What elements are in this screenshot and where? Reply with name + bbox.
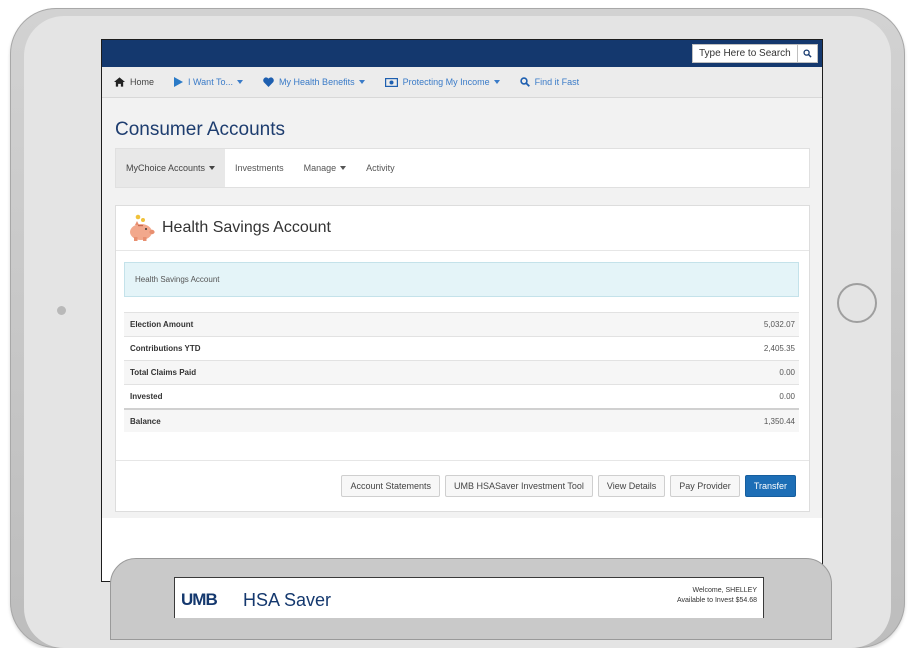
panel-actions: Account Statements UMB HSASaver Investme… bbox=[116, 460, 809, 511]
pay-provider-button[interactable]: Pay Provider bbox=[670, 475, 740, 497]
chevron-down-icon bbox=[237, 80, 244, 84]
panel-title: Health Savings Account bbox=[162, 219, 331, 236]
nav-i-want-to-label: I Want To... bbox=[188, 77, 234, 87]
piggy-bank-icon bbox=[130, 214, 155, 241]
table-row: Invested 0.00 bbox=[124, 384, 799, 408]
row-value: 0.00 bbox=[779, 368, 795, 377]
nav-protecting-my-income-label: Protecting My Income bbox=[402, 77, 490, 87]
home-icon bbox=[114, 77, 125, 87]
tablet-home-button[interactable] bbox=[837, 283, 877, 323]
welcome-block: Welcome, SHELLEY Available to Invest $54… bbox=[677, 586, 757, 606]
nav-i-want-to[interactable]: I Want To... bbox=[174, 77, 244, 87]
row-label: Total Claims Paid bbox=[130, 368, 197, 377]
account-statements-button[interactable]: Account Statements bbox=[341, 475, 441, 497]
info-box: Health Savings Account bbox=[124, 262, 799, 297]
table-row: Contributions YTD 2,405.35 bbox=[124, 336, 799, 360]
transfer-button[interactable]: Transfer bbox=[744, 475, 796, 497]
search-input[interactable]: Type Here to Search bbox=[692, 44, 798, 63]
subnav-mychoice-accounts[interactable]: MyChoice Accounts bbox=[116, 149, 226, 187]
main-nav: Home I Want To... My Health Benefits Pro… bbox=[102, 67, 822, 98]
subnav-activity[interactable]: Activity bbox=[356, 149, 405, 187]
panel-header: Health Savings Account bbox=[116, 206, 809, 251]
umb-logo: UMB bbox=[181, 590, 218, 609]
chevron-down-icon bbox=[340, 166, 347, 170]
table-row: Election Amount 5,032.07 bbox=[124, 312, 799, 336]
row-label: Balance bbox=[130, 416, 161, 426]
nav-find-it-fast[interactable]: Find it Fast bbox=[519, 77, 580, 87]
search-icon bbox=[803, 49, 812, 58]
subnav-manage[interactable]: Manage bbox=[294, 149, 357, 187]
search-button[interactable] bbox=[798, 44, 818, 63]
subnav-investments[interactable]: Investments bbox=[225, 149, 294, 187]
chevron-down-icon bbox=[358, 80, 365, 84]
second-tablet-screen: UMB HSA Saver Welcome, SHELLEY Available… bbox=[174, 577, 764, 618]
view-details-button[interactable]: View Details bbox=[597, 475, 666, 497]
top-bar: Type Here to Search bbox=[102, 40, 822, 67]
row-label: Contributions YTD bbox=[130, 344, 201, 353]
nav-my-health-benefits[interactable]: My Health Benefits bbox=[263, 77, 365, 87]
table-row: Balance 1,350.44 bbox=[124, 408, 799, 432]
table-row: Total Claims Paid 0.00 bbox=[124, 360, 799, 384]
nav-home[interactable]: Home bbox=[114, 77, 154, 87]
nav-my-health-benefits-label: My Health Benefits bbox=[279, 77, 355, 87]
account-summary-table: Election Amount 5,032.07 Contributions Y… bbox=[124, 312, 799, 432]
chevron-down-icon bbox=[209, 166, 216, 170]
money-icon bbox=[384, 77, 398, 87]
chevron-down-icon bbox=[493, 80, 500, 84]
row-label: Election Amount bbox=[130, 320, 194, 329]
subnav-mychoice-accounts-label: MyChoice Accounts bbox=[126, 163, 206, 173]
search-icon bbox=[519, 77, 530, 87]
nav-protecting-my-income[interactable]: Protecting My Income bbox=[384, 77, 500, 87]
sub-nav: MyChoice Accounts Investments Manage Act… bbox=[115, 148, 810, 188]
subnav-activity-label: Activity bbox=[366, 163, 395, 173]
play-icon bbox=[174, 77, 184, 87]
investment-tool-button[interactable]: UMB HSASaver Investment Tool bbox=[445, 475, 593, 497]
row-value: 1,350.44 bbox=[763, 416, 795, 426]
row-value: 0.00 bbox=[779, 392, 795, 401]
row-value: 2,405.35 bbox=[763, 344, 795, 353]
app-screen: Type Here to Search Home I Want To... My… bbox=[101, 39, 823, 582]
subnav-investments-label: Investments bbox=[235, 163, 284, 173]
row-label: Invested bbox=[130, 392, 163, 401]
row-value: 5,032.07 bbox=[763, 320, 795, 329]
welcome-text: Welcome, SHELLEY bbox=[692, 587, 757, 594]
subnav-manage-label: Manage bbox=[303, 163, 337, 173]
nav-find-it-fast-label: Find it Fast bbox=[534, 77, 580, 87]
camera-icon bbox=[57, 306, 66, 315]
search-box: Type Here to Search bbox=[692, 44, 818, 63]
page-title: Consumer Accounts bbox=[115, 119, 286, 140]
available-to-invest: Available to Invest $54.68 bbox=[676, 597, 757, 604]
nav-home-label: Home bbox=[130, 77, 155, 87]
hsa-panel: Health Savings Account Health Savings Ac… bbox=[115, 205, 810, 512]
heart-icon bbox=[263, 77, 274, 87]
